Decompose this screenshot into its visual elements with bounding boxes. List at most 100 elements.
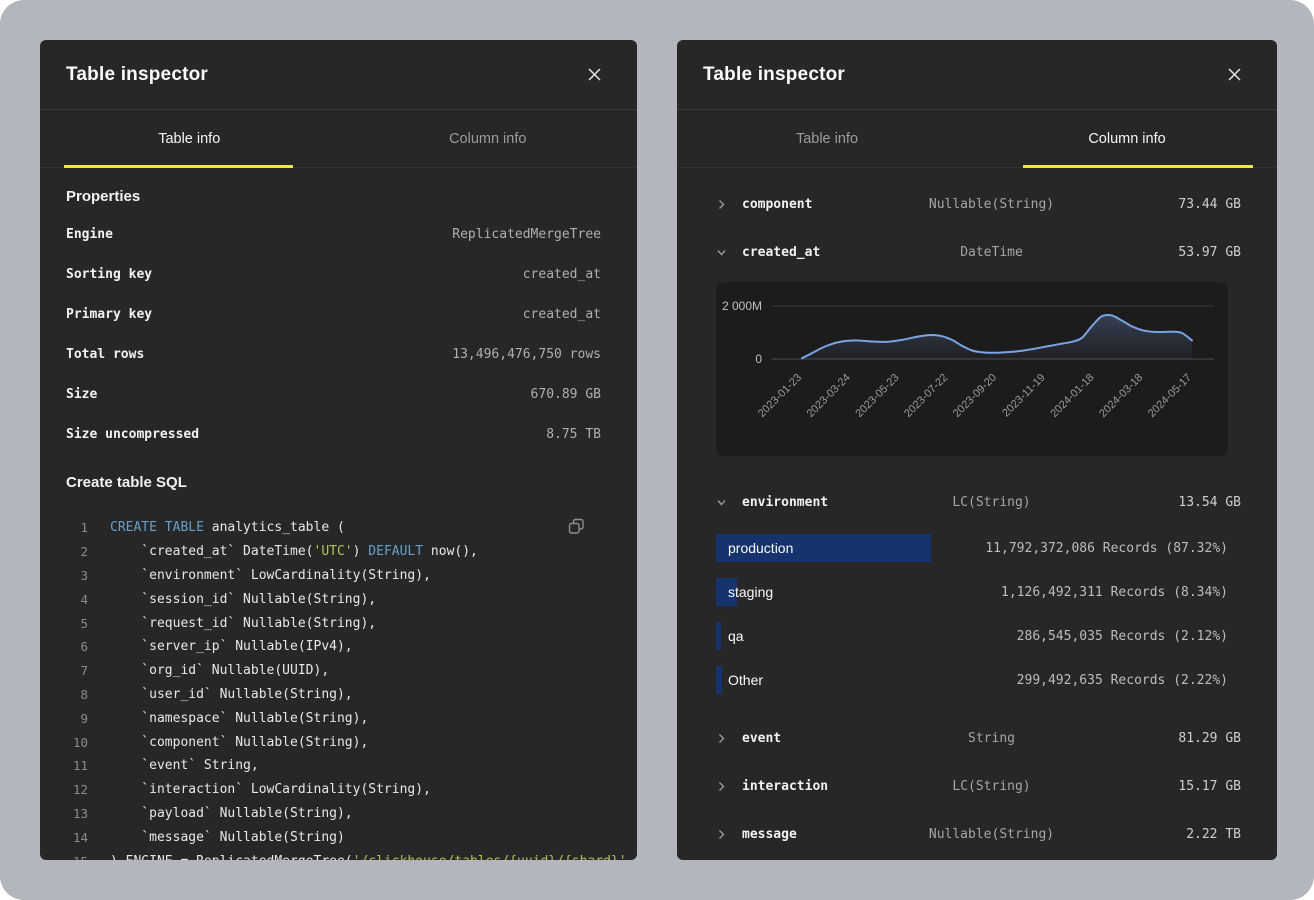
column-type: LC(String): [892, 495, 1091, 510]
sql-token: `created_at` DateTime(: [110, 544, 314, 559]
sql-code-text: `interaction` LowCardinality(String),: [110, 782, 431, 797]
sql-token: ): [353, 544, 369, 559]
sql-line: 8 `user_id` Nullable(String),: [66, 683, 601, 707]
tab-column-info[interactable]: Column info: [339, 110, 638, 167]
distribution-record-count: 1,126,492,311 Records (8.34%): [1001, 585, 1228, 600]
sql-line: 4 `session_id` Nullable(String),: [66, 587, 601, 611]
create-table-sql-heading: Create table SQL: [66, 474, 601, 492]
column-row-environment[interactable]: environmentLC(String)13.54 GB: [677, 478, 1277, 526]
sql-token: '/clickhouse/tables/{uuid}/{shard}': [353, 854, 627, 860]
tab-table-info[interactable]: Table info: [40, 110, 339, 167]
property-value: 670.89 GB: [531, 387, 601, 402]
chevron-right-icon: [716, 199, 727, 210]
sql-code-text: `event` String,: [110, 758, 259, 773]
chevron-cell: [716, 829, 742, 840]
distribution-row-qa: qa 286,545,035 Records (2.12%): [677, 614, 1277, 658]
column-size: 15.17 GB: [1091, 779, 1241, 794]
sql-token: CREATE TABLE: [110, 520, 204, 535]
distribution-bar-area: qa: [716, 622, 962, 650]
column-type: Nullable(String): [892, 197, 1091, 212]
sql-line: 1CREATE TABLE analytics_table (: [66, 516, 601, 540]
distribution-value-label: Other: [716, 672, 763, 688]
x-tick-label: 2024-01-18: [1048, 372, 1096, 420]
distribution-bar-area: production: [716, 534, 962, 562]
column-name: message: [742, 827, 892, 842]
tab-column-info[interactable]: Column info: [977, 110, 1277, 167]
chevron-right-icon: [716, 781, 727, 792]
properties-heading: Properties: [66, 188, 601, 206]
distribution-row-other: Other299,492,635 Records (2.22%): [677, 658, 1277, 702]
created-at-timeseries-chart: 2 000M02023-01-232023-03-242023-05-23202…: [716, 282, 1228, 456]
close-button[interactable]: [1224, 64, 1245, 85]
sql-line: 7 `org_id` Nullable(UUID),: [66, 659, 601, 683]
column-name: component: [742, 197, 892, 212]
column-size: 13.54 GB: [1091, 495, 1241, 510]
x-tick-label: 2023-07-22: [902, 372, 950, 420]
sql-line-number: 10: [66, 735, 88, 750]
distribution-bar-area: Other: [716, 666, 962, 694]
chevron-right-icon: [716, 829, 727, 840]
sql-code-text: `server_ip` Nullable(IPv4),: [110, 639, 353, 654]
sql-line: 2 `created_at` DateTime('UTC') DEFAULT n…: [66, 540, 601, 564]
sql-line: 14 `message` Nullable(String): [66, 825, 601, 849]
copy-icon: [568, 518, 585, 535]
sql-line: 11 `event` String,: [66, 754, 601, 778]
distribution-row-staging: staging 1,126,492,311 Records (8.34%): [677, 570, 1277, 614]
close-button[interactable]: [584, 64, 605, 85]
chevron-cell: [716, 781, 742, 792]
sql-token: analytics_table (: [204, 520, 345, 535]
sql-code-text: ) ENGINE = ReplicatedMergeTree('/clickho…: [110, 854, 634, 860]
desktop-background: Table inspector Table info Column info P…: [0, 0, 1314, 900]
column-size: 53.97 GB: [1091, 245, 1241, 260]
chevron-cell: [716, 199, 742, 210]
distribution-record-count: 286,545,035 Records (2.12%): [1017, 629, 1228, 644]
sql-line-number: 13: [66, 806, 88, 821]
distribution-value-label: staging: [716, 584, 773, 600]
property-label: Size: [66, 387, 97, 402]
property-value: 8.75 TB: [546, 427, 601, 442]
column-row-interaction[interactable]: interactionLC(String)15.17 GB: [677, 762, 1277, 810]
column-name: interaction: [742, 779, 892, 794]
sql-line: 12 `interaction` LowCardinality(String),: [66, 778, 601, 802]
sql-token: `interaction` LowCardinality(String),: [110, 782, 431, 797]
sql-code-text: `message` Nullable(String): [110, 830, 345, 845]
table-inspector-dialog-table-info: Table inspector Table info Column info P…: [40, 40, 637, 860]
sql-line-number: 3: [66, 568, 88, 583]
tab-table-info[interactable]: Table info: [677, 110, 977, 167]
copy-sql-button[interactable]: [566, 516, 587, 540]
column-type: Nullable(String): [892, 827, 1091, 842]
sql-code-text: CREATE TABLE analytics_table (: [110, 520, 345, 535]
dialog-title: Table inspector: [66, 64, 208, 86]
x-tick-label: 2024-03-18: [1097, 372, 1145, 420]
sql-line: 6 `server_ip` Nullable(IPv4),: [66, 635, 601, 659]
column-row-created_at[interactable]: created_atDateTime53.97 GB: [677, 228, 1277, 276]
column-type: LC(String): [892, 779, 1091, 794]
property-label: Engine: [66, 227, 113, 242]
sql-token: `org_id` Nullable(UUID),: [110, 663, 329, 678]
sql-line-number: 2: [66, 544, 88, 559]
column-row-event[interactable]: eventString81.29 GB: [677, 714, 1277, 762]
sql-line: 3 `environment` LowCardinality(String),: [66, 564, 601, 588]
column-row-message[interactable]: messageNullable(String)2.22 TB: [677, 810, 1277, 858]
tab-bar: Table info Column info: [677, 110, 1277, 168]
dialog-header: Table inspector: [40, 40, 637, 110]
column-name: event: [742, 731, 892, 746]
sql-code-text: `user_id` Nullable(String),: [110, 687, 353, 702]
sql-token: `session_id` Nullable(String),: [110, 592, 376, 607]
sql-code-text: `request_id` Nullable(String),: [110, 616, 376, 631]
chevron-cell: [716, 733, 742, 744]
sql-line-number: 8: [66, 687, 88, 702]
sql-line-number: 7: [66, 663, 88, 678]
sql-line: 13 `payload` Nullable(String),: [66, 802, 601, 826]
x-tick-label: 2023-09-20: [951, 372, 999, 420]
x-tick-label: 2023-11-19: [1000, 372, 1048, 420]
property-label: Total rows: [66, 347, 144, 362]
property-value: created_at: [523, 267, 601, 282]
y-tick-label-max: 2 000M: [722, 299, 762, 313]
sql-token: `user_id` Nullable(String),: [110, 687, 353, 702]
dialog-title: Table inspector: [703, 64, 845, 86]
column-row-component[interactable]: componentNullable(String)73.44 GB: [677, 180, 1277, 228]
property-label: Size uncompressed: [66, 427, 199, 442]
sql-line-number: 14: [66, 830, 88, 845]
sql-line: 15) ENGINE = ReplicatedMergeTree('/click…: [66, 849, 601, 860]
